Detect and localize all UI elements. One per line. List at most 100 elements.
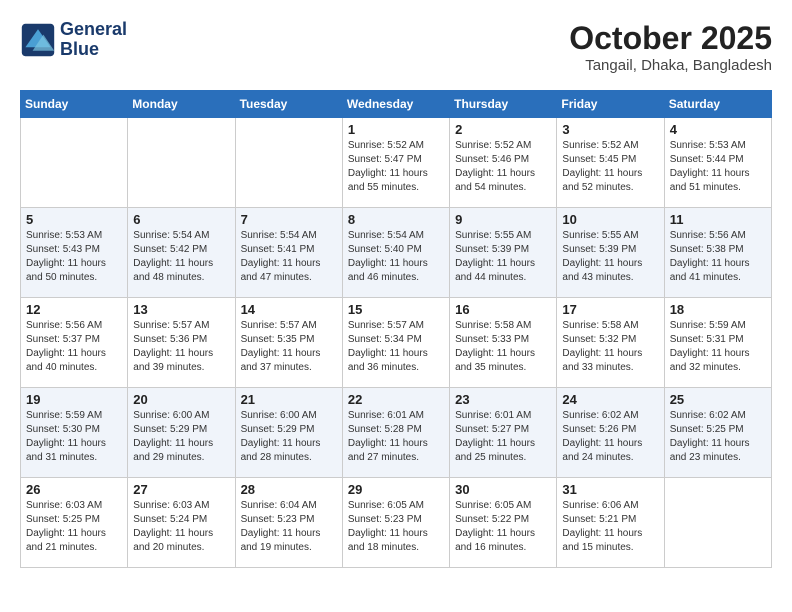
day-number: 17	[562, 302, 658, 317]
calendar-cell: 22 Sunrise: 6:01 AM Sunset: 5:28 PM Dayli…	[342, 388, 449, 478]
day-number: 13	[133, 302, 229, 317]
day-info: Sunrise: 5:57 AM Sunset: 5:35 PM Dayligh…	[241, 319, 337, 375]
calendar-cell: 6 Sunrise: 5:54 AM Sunset: 5:42 PM Daylig…	[128, 208, 235, 298]
day-info: Sunrise: 6:03 AM Sunset: 5:24 PM Dayligh…	[133, 499, 229, 555]
day-info: Sunrise: 5:55 AM Sunset: 5:39 PM Dayligh…	[455, 229, 551, 285]
day-number: 22	[348, 392, 444, 407]
calendar-cell: 29 Sunrise: 6:05 AM Sunset: 5:23 PM Dayli…	[342, 478, 449, 568]
calendar-cell	[664, 478, 771, 568]
calendar-cell: 30 Sunrise: 6:05 AM Sunset: 5:22 PM Dayli…	[450, 478, 557, 568]
calendar-cell: 31 Sunrise: 6:06 AM Sunset: 5:21 PM Dayli…	[557, 478, 664, 568]
day-info: Sunrise: 5:55 AM Sunset: 5:39 PM Dayligh…	[562, 229, 658, 285]
weekday-header-monday: Monday	[128, 91, 235, 118]
day-info: Sunrise: 5:59 AM Sunset: 5:31 PM Dayligh…	[670, 319, 766, 375]
day-number: 28	[241, 482, 337, 497]
day-number: 14	[241, 302, 337, 317]
calendar-cell: 28 Sunrise: 6:04 AM Sunset: 5:23 PM Dayli…	[235, 478, 342, 568]
day-info: Sunrise: 6:03 AM Sunset: 5:25 PM Dayligh…	[26, 499, 122, 555]
day-info: Sunrise: 5:53 AM Sunset: 5:43 PM Dayligh…	[26, 229, 122, 285]
location: Tangail, Dhaka, Bangladesh	[569, 57, 772, 74]
day-number: 6	[133, 212, 229, 227]
page-header: General Blue October 2025 Tangail, Dhaka…	[20, 20, 772, 74]
month-title: October 2025	[569, 20, 772, 57]
weekday-header-sunday: Sunday	[21, 91, 128, 118]
day-number: 2	[455, 122, 551, 137]
day-info: Sunrise: 6:06 AM Sunset: 5:21 PM Dayligh…	[562, 499, 658, 555]
day-info: Sunrise: 5:56 AM Sunset: 5:37 PM Dayligh…	[26, 319, 122, 375]
calendar-cell	[128, 118, 235, 208]
day-info: Sunrise: 5:56 AM Sunset: 5:38 PM Dayligh…	[670, 229, 766, 285]
day-number: 16	[455, 302, 551, 317]
day-number: 19	[26, 392, 122, 407]
calendar-cell: 13 Sunrise: 5:57 AM Sunset: 5:36 PM Dayli…	[128, 298, 235, 388]
calendar-cell: 4 Sunrise: 5:53 AM Sunset: 5:44 PM Daylig…	[664, 118, 771, 208]
title-block: October 2025 Tangail, Dhaka, Bangladesh	[569, 20, 772, 74]
day-number: 27	[133, 482, 229, 497]
day-info: Sunrise: 6:01 AM Sunset: 5:28 PM Dayligh…	[348, 409, 444, 465]
day-info: Sunrise: 6:00 AM Sunset: 5:29 PM Dayligh…	[133, 409, 229, 465]
day-number: 31	[562, 482, 658, 497]
weekday-header-friday: Friday	[557, 91, 664, 118]
day-number: 30	[455, 482, 551, 497]
weekday-header-thursday: Thursday	[450, 91, 557, 118]
day-info: Sunrise: 5:59 AM Sunset: 5:30 PM Dayligh…	[26, 409, 122, 465]
calendar-cell: 25Sunrise: 6:02 AM Sunset: 5:25 PM Dayli…	[664, 388, 771, 478]
day-info: Sunrise: 5:52 AM Sunset: 5:47 PM Dayligh…	[348, 139, 444, 195]
calendar-cell: 20Sunrise: 6:00 AM Sunset: 5:29 PM Dayli…	[128, 388, 235, 478]
day-info: Sunrise: 6:05 AM Sunset: 5:23 PM Dayligh…	[348, 499, 444, 555]
day-number: 21	[241, 392, 337, 407]
day-number: 7	[241, 212, 337, 227]
week-row-5: 26Sunrise: 6:03 AM Sunset: 5:25 PM Dayli…	[21, 478, 772, 568]
calendar-cell: 9Sunrise: 5:55 AM Sunset: 5:39 PM Daylig…	[450, 208, 557, 298]
calendar-cell: 17Sunrise: 5:58 AM Sunset: 5:32 PM Dayli…	[557, 298, 664, 388]
calendar-cell	[21, 118, 128, 208]
day-info: Sunrise: 6:02 AM Sunset: 5:25 PM Dayligh…	[670, 409, 766, 465]
day-info: Sunrise: 5:54 AM Sunset: 5:41 PM Dayligh…	[241, 229, 337, 285]
day-number: 5	[26, 212, 122, 227]
logo-icon	[20, 22, 56, 58]
day-number: 18	[670, 302, 766, 317]
calendar-cell: 7 Sunrise: 5:54 AM Sunset: 5:41 PM Daylig…	[235, 208, 342, 298]
calendar-cell: 15 Sunrise: 5:57 AM Sunset: 5:34 PM Dayli…	[342, 298, 449, 388]
calendar-cell: 23 Sunrise: 6:01 AM Sunset: 5:27 PM Dayli…	[450, 388, 557, 478]
day-number: 4	[670, 122, 766, 137]
day-number: 23	[455, 392, 551, 407]
day-info: Sunrise: 6:05 AM Sunset: 5:22 PM Dayligh…	[455, 499, 551, 555]
day-info: Sunrise: 6:04 AM Sunset: 5:23 PM Dayligh…	[241, 499, 337, 555]
logo: General Blue	[20, 20, 127, 60]
calendar-cell: 27 Sunrise: 6:03 AM Sunset: 5:24 PM Dayli…	[128, 478, 235, 568]
weekday-header-tuesday: Tuesday	[235, 91, 342, 118]
calendar-cell: 11 Sunrise: 5:56 AM Sunset: 5:38 PM Dayli…	[664, 208, 771, 298]
logo-line2: Blue	[60, 39, 99, 59]
day-info: Sunrise: 5:54 AM Sunset: 5:40 PM Dayligh…	[348, 229, 444, 285]
logo-line1: General	[60, 19, 127, 39]
day-info: Sunrise: 5:53 AM Sunset: 5:44 PM Dayligh…	[670, 139, 766, 195]
day-number: 15	[348, 302, 444, 317]
day-info: Sunrise: 5:54 AM Sunset: 5:42 PM Dayligh…	[133, 229, 229, 285]
calendar-cell: 19 Sunrise: 5:59 AM Sunset: 5:30 PM Dayli…	[21, 388, 128, 478]
day-number: 10	[562, 212, 658, 227]
calendar-cell: 1Sunrise: 5:52 AM Sunset: 5:47 PM Daylig…	[342, 118, 449, 208]
day-info: Sunrise: 5:52 AM Sunset: 5:46 PM Dayligh…	[455, 139, 551, 195]
day-info: Sunrise: 6:00 AM Sunset: 5:29 PM Dayligh…	[241, 409, 337, 465]
day-info: Sunrise: 5:57 AM Sunset: 5:34 PM Dayligh…	[348, 319, 444, 375]
week-row-2: 5 Sunrise: 5:53 AM Sunset: 5:43 PM Daylig…	[21, 208, 772, 298]
calendar-cell: 5 Sunrise: 5:53 AM Sunset: 5:43 PM Daylig…	[21, 208, 128, 298]
day-info: Sunrise: 6:02 AM Sunset: 5:26 PM Dayligh…	[562, 409, 658, 465]
week-row-3: 12Sunrise: 5:56 AM Sunset: 5:37 PM Dayli…	[21, 298, 772, 388]
calendar-cell: 26Sunrise: 6:03 AM Sunset: 5:25 PM Dayli…	[21, 478, 128, 568]
calendar: SundayMondayTuesdayWednesdayThursdayFrid…	[20, 90, 772, 568]
calendar-cell: 3Sunrise: 5:52 AM Sunset: 5:45 PM Daylig…	[557, 118, 664, 208]
day-info: Sunrise: 5:57 AM Sunset: 5:36 PM Dayligh…	[133, 319, 229, 375]
calendar-cell: 8Sunrise: 5:54 AM Sunset: 5:40 PM Daylig…	[342, 208, 449, 298]
day-info: Sunrise: 5:58 AM Sunset: 5:33 PM Dayligh…	[455, 319, 551, 375]
calendar-cell: 14 Sunrise: 5:57 AM Sunset: 5:35 PM Dayli…	[235, 298, 342, 388]
day-info: Sunrise: 5:52 AM Sunset: 5:45 PM Dayligh…	[562, 139, 658, 195]
day-number: 11	[670, 212, 766, 227]
weekday-header-saturday: Saturday	[664, 91, 771, 118]
calendar-cell: 24Sunrise: 6:02 AM Sunset: 5:26 PM Dayli…	[557, 388, 664, 478]
day-number: 29	[348, 482, 444, 497]
calendar-cell: 10 Sunrise: 5:55 AM Sunset: 5:39 PM Dayli…	[557, 208, 664, 298]
day-info: Sunrise: 6:01 AM Sunset: 5:27 PM Dayligh…	[455, 409, 551, 465]
calendar-cell: 12Sunrise: 5:56 AM Sunset: 5:37 PM Dayli…	[21, 298, 128, 388]
